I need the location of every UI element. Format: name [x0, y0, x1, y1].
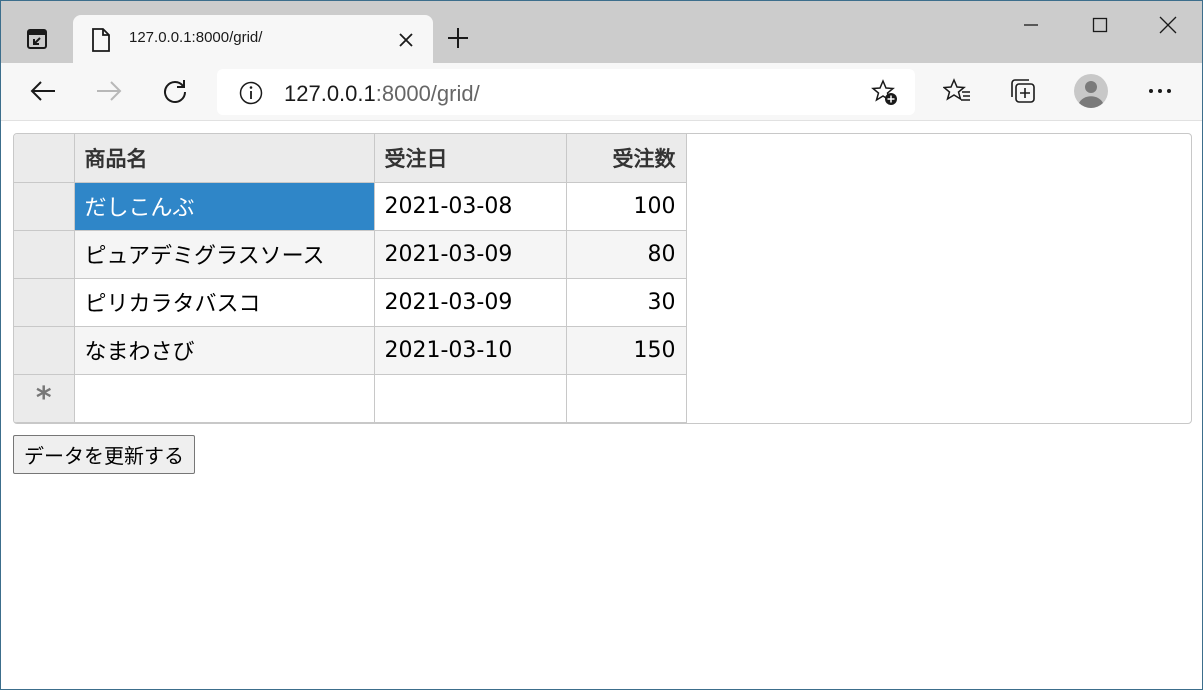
table-row: なまわさび 2021-03-10 150: [14, 326, 687, 375]
info-icon[interactable]: [239, 81, 263, 109]
new-row-cell-date[interactable]: [374, 374, 567, 423]
grid-cell-date[interactable]: 2021-03-08: [374, 182, 567, 231]
grid-header-row: 商品名 受注日 受注数: [14, 134, 687, 183]
grid-cell-product[interactable]: ピリカラタバスコ: [74, 278, 375, 327]
page-content: 商品名 受注日 受注数 だしこんぶ 2021-03-08 100 ピュアデミグラ…: [1, 121, 1202, 689]
maximize-icon[interactable]: [1077, 7, 1123, 43]
profile-avatar-icon[interactable]: [1073, 73, 1109, 109]
close-icon[interactable]: [395, 29, 417, 51]
grid-cell-qty[interactable]: 80: [566, 230, 687, 279]
row-header[interactable]: [14, 278, 75, 327]
url-text[interactable]: 127.0.0.1:8000/grid/: [284, 81, 480, 107]
plus-icon[interactable]: [443, 23, 473, 53]
url-path: :8000/grid/: [375, 81, 480, 106]
browser-window: 127.0.0.1:8000/grid/ 127.0.0.1:8000/grid…: [0, 0, 1203, 690]
table-row: ピュアデミグラスソース 2021-03-09 80: [14, 230, 687, 279]
grid-table: 商品名 受注日 受注数 だしこんぶ 2021-03-08 100 ピュアデミグラ…: [14, 134, 687, 423]
grid-cell-product[interactable]: だしこんぶ: [74, 182, 375, 231]
url-host: 127.0.0.1: [284, 81, 376, 106]
column-header-order-date[interactable]: 受注日: [374, 134, 567, 183]
address-bar[interactable]: 127.0.0.1:8000/grid/: [217, 69, 915, 115]
grid-cell-product[interactable]: なまわさび: [74, 326, 375, 375]
browser-toolbar: 127.0.0.1:8000/grid/: [1, 63, 1202, 121]
new-row: *: [14, 374, 687, 423]
data-grid: 商品名 受注日 受注数 だしこんぶ 2021-03-08 100 ピュアデミグラ…: [13, 133, 1192, 424]
update-data-button[interactable]: データを更新する: [13, 435, 195, 474]
forward-arrow-icon[interactable]: [91, 73, 127, 109]
grid-cell-date[interactable]: 2021-03-10: [374, 326, 567, 375]
row-header[interactable]: [14, 326, 75, 375]
active-tab[interactable]: 127.0.0.1:8000/grid/: [73, 15, 433, 63]
favorites-icon[interactable]: [939, 73, 975, 109]
more-icon[interactable]: [1142, 73, 1178, 109]
tab-actions-icon[interactable]: [19, 23, 55, 55]
tab-strip: 127.0.0.1:8000/grid/: [1, 1, 1202, 63]
minimize-icon[interactable]: [1008, 7, 1054, 43]
grid-cell-qty[interactable]: 30: [566, 278, 687, 327]
column-header-order-qty[interactable]: 受注数: [566, 134, 687, 183]
grid-cell-qty[interactable]: 150: [566, 326, 687, 375]
tab-title: 127.0.0.1:8000/grid/: [129, 29, 263, 46]
grid-cell-date[interactable]: 2021-03-09: [374, 278, 567, 327]
new-row-cell-product[interactable]: [74, 374, 375, 423]
new-row-marker[interactable]: *: [14, 374, 75, 423]
grid-cell-product[interactable]: ピュアデミグラスソース: [74, 230, 375, 279]
collections-icon[interactable]: [1005, 73, 1041, 109]
grid-cell-date[interactable]: 2021-03-09: [374, 230, 567, 279]
new-row-cell-qty[interactable]: [566, 374, 687, 423]
refresh-icon[interactable]: [157, 73, 193, 109]
table-row: ピリカラタバスコ 2021-03-09 30: [14, 278, 687, 327]
corner-header[interactable]: [14, 134, 75, 183]
add-favorite-icon[interactable]: [871, 79, 899, 111]
column-header-product[interactable]: 商品名: [74, 134, 375, 183]
window-close-icon[interactable]: [1145, 7, 1191, 43]
row-header[interactable]: [14, 182, 75, 231]
row-header[interactable]: [14, 230, 75, 279]
grid-cell-qty[interactable]: 100: [566, 182, 687, 231]
table-row: だしこんぶ 2021-03-08 100: [14, 182, 687, 231]
back-arrow-icon[interactable]: [25, 73, 61, 109]
page-icon: [91, 28, 111, 56]
